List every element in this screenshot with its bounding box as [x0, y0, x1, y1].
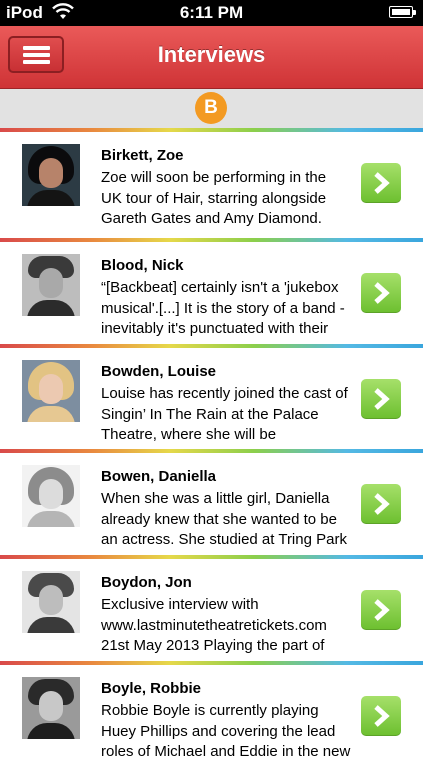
- interview-excerpt: “[Backbeat] certainly isn't a 'jukebox m…: [101, 279, 345, 337]
- avatar: [22, 465, 80, 527]
- avatar: [22, 677, 80, 739]
- interview-name: Blood, Nick: [101, 257, 184, 274]
- interview-name: Bowden, Louise: [101, 363, 217, 380]
- chevron-right-icon: [374, 282, 390, 304]
- interview-name: Boyle, Robbie: [101, 680, 202, 697]
- section-letter-badge: B: [195, 92, 227, 124]
- open-interview-button[interactable]: [361, 379, 401, 419]
- avatar: [22, 144, 80, 206]
- list-item[interactable]: Blood, Nick “[Backbeat] certainly isn't …: [0, 242, 423, 348]
- avatar: [22, 360, 80, 422]
- interview-name: Boydon, Jon: [101, 574, 192, 591]
- chevron-right-icon: [374, 493, 390, 515]
- list-item[interactable]: Birkett, Zoe Zoe will soon be performing…: [0, 132, 423, 238]
- page-title: Interviews: [157, 42, 266, 67]
- open-interview-button[interactable]: [361, 163, 401, 203]
- interview-excerpt: When she was a little girl, Daniella alr…: [101, 490, 347, 548]
- chevron-right-icon: [374, 388, 390, 410]
- section-header: B: [0, 89, 423, 128]
- list-item[interactable]: Boyle, Robbie Robbie Boyle is currently …: [0, 665, 423, 771]
- chevron-right-icon: [374, 705, 390, 727]
- list-item[interactable]: Bowen, Daniella When she was a little gi…: [0, 453, 423, 559]
- navigation-bar: Interviews: [0, 26, 423, 89]
- status-bar: iPod 6:11 PM: [0, 0, 423, 26]
- avatar: [22, 254, 80, 316]
- avatar: [22, 571, 80, 633]
- interview-name: Birkett, Zoe: [101, 147, 184, 164]
- list-item[interactable]: Bowden, Louise Louise has recently joine…: [0, 348, 423, 454]
- open-interview-button[interactable]: [361, 696, 401, 736]
- list-item[interactable]: Boydon, Jon Exclusive interview with www…: [0, 559, 423, 665]
- open-interview-button[interactable]: [361, 273, 401, 313]
- interview-excerpt: Louise has recently joined the cast of S…: [101, 385, 348, 443]
- clock: 6:11 PM: [179, 3, 244, 22]
- battery-icon: [389, 6, 417, 20]
- interview-name: Bowen, Daniella: [101, 468, 217, 485]
- open-interview-button[interactable]: [361, 484, 401, 524]
- interview-excerpt: Robbie Boyle is currently playing Huey P…: [101, 702, 351, 760]
- chevron-right-icon: [374, 599, 390, 621]
- open-interview-button[interactable]: [361, 590, 401, 630]
- chevron-right-icon: [374, 172, 390, 194]
- interview-excerpt: Zoe will soon be performing in the UK to…: [101, 169, 327, 227]
- interview-excerpt: Exclusive interview with www.lastminutet…: [101, 596, 327, 654]
